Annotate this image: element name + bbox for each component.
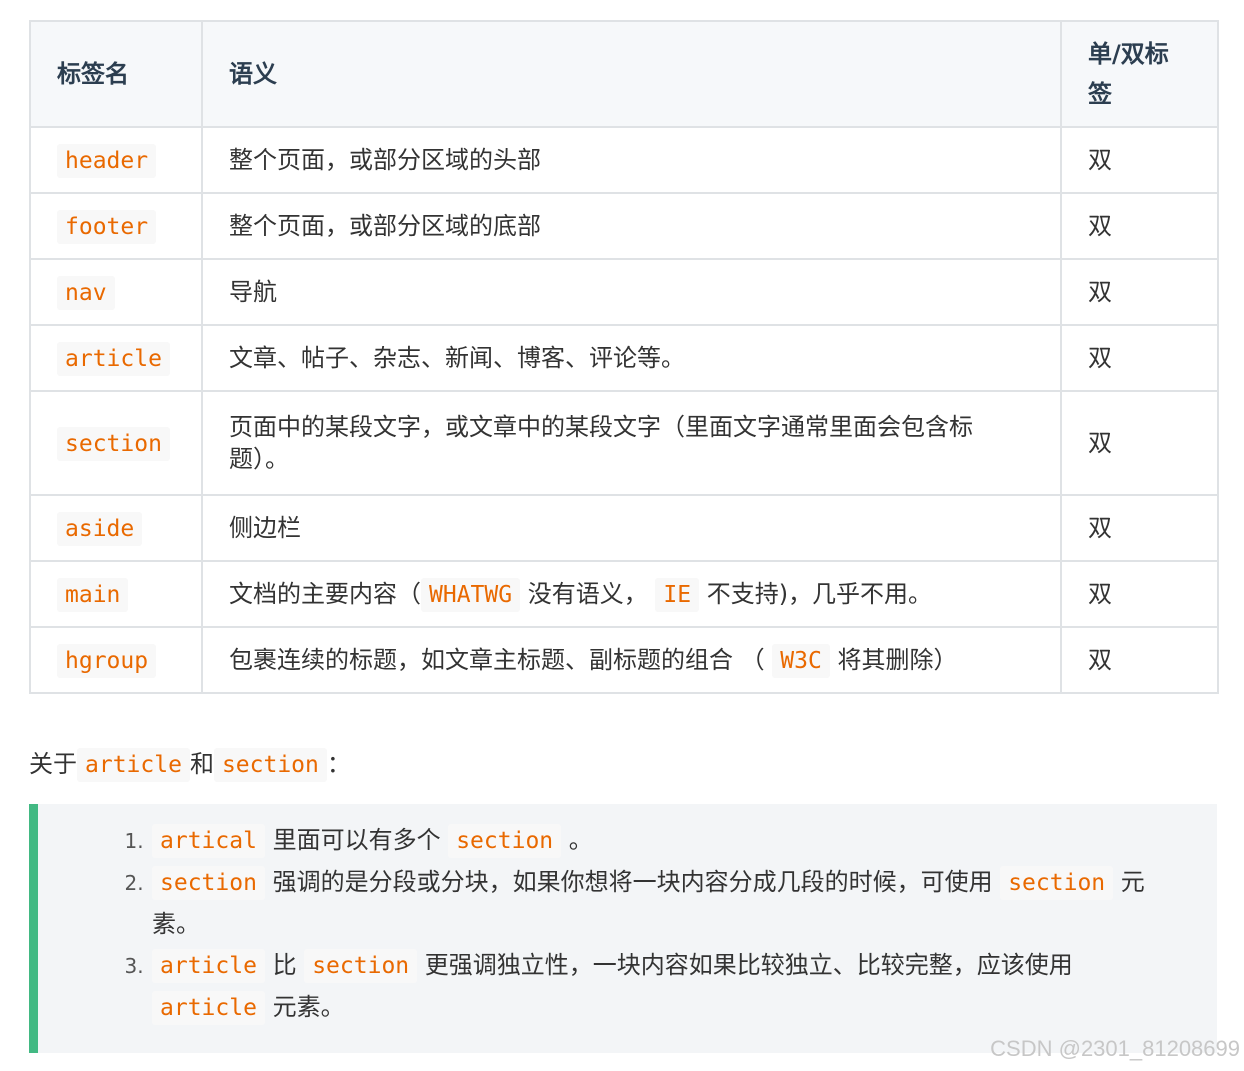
- table-row: section 页面中的某段文字，或文章中的某段文字（里面文字通常里面会包含标题）…: [29, 390, 1219, 496]
- tag-cell: footer: [29, 192, 203, 260]
- tag-type-cell: 双: [1060, 192, 1219, 260]
- table-header-row: 标签名 语义 单/双标签: [29, 20, 1219, 128]
- tag-code: aside: [57, 511, 143, 546]
- text-segment: 页面中的某段文字，或文章中的某段文字（里面文字通常里面会包含标题）。: [229, 413, 973, 473]
- semantic-cell: 侧边栏: [201, 494, 1062, 562]
- text-segment: 关于: [29, 750, 77, 778]
- header-tag-name: 标签名: [29, 20, 203, 128]
- tag-type-cell: 双: [1060, 126, 1219, 194]
- text-segment: 将其删除）: [829, 645, 958, 674]
- tag-code: footer: [57, 209, 157, 244]
- text-segment: 不支持)，几乎不用。: [699, 579, 933, 608]
- tag-code: header: [57, 143, 157, 178]
- tag-type-cell: 双: [1060, 494, 1219, 562]
- text-segment: 和: [189, 750, 214, 778]
- table-row: header 整个页面，或部分区域的头部 双: [29, 126, 1219, 194]
- table-row: aside 侧边栏 双: [29, 494, 1219, 562]
- header-semantic: 语义: [201, 20, 1062, 128]
- inline-code: section: [304, 949, 418, 983]
- semantic-cell: 整个页面，或部分区域的底部: [201, 192, 1062, 260]
- tag-type-cell: 双: [1060, 626, 1219, 694]
- tip-item: artical 里面可以有多个 section 。: [150, 820, 1177, 862]
- tag-cell: header: [29, 126, 203, 194]
- tip-container: artical 里面可以有多个 section 。section 强调的是分段或…: [29, 804, 1217, 1053]
- semantic-cell: 页面中的某段文字，或文章中的某段文字（里面文字通常里面会包含标题）。: [201, 390, 1062, 496]
- inline-code: section: [1000, 866, 1114, 900]
- inline-code: section: [448, 824, 562, 858]
- table-row: main 文档的主要内容（ WHATWG 没有语义， IE 不支持)，几乎不用。双: [29, 560, 1219, 628]
- text-segment: 文章、帖子、杂志、新闻、博客、评论等。: [229, 344, 685, 372]
- text-segment: 。: [561, 826, 593, 854]
- tip-list: artical 里面可以有多个 section 。section 强调的是分段或…: [38, 804, 1217, 1029]
- text-segment: 导航: [229, 278, 277, 306]
- tag-cell: article: [29, 324, 203, 392]
- tag-code: section: [57, 426, 170, 461]
- text-segment: 整个页面，或部分区域的底部: [229, 212, 541, 240]
- tag-cell: main: [29, 560, 203, 628]
- text-segment: 包裹连续的标题，如文章主标题、副标题的组合 （: [229, 645, 773, 674]
- tag-code: main: [57, 577, 129, 612]
- tip-item: article 比 section 更强调独立性，一块内容如果比较独立、比较完整…: [150, 945, 1177, 1029]
- text-segment: 文档的主要内容（: [229, 579, 421, 608]
- table-row: nav 导航 双: [29, 258, 1219, 326]
- inline-code: article: [152, 991, 265, 1025]
- table-body: header 整个页面，或部分区域的头部双 footer 整个页面，或部分区域的底部双…: [29, 126, 1219, 694]
- inline-code: article: [77, 748, 190, 782]
- tag-type-cell: 双: [1060, 258, 1219, 326]
- text-segment: 强调的是分段或分块，如果你想将一块内容分成几段的时候，可使用: [264, 868, 1001, 896]
- text-segment: 没有语义，: [520, 579, 656, 608]
- tag-cell: nav: [29, 258, 203, 326]
- tag-type-cell: 双: [1060, 560, 1219, 628]
- tag-cell: hgroup: [29, 626, 203, 694]
- text-segment: 元素。: [264, 993, 345, 1021]
- semantic-cell: 整个页面，或部分区域的头部: [201, 126, 1062, 194]
- tip-item: section 强调的是分段或分块，如果你想将一块内容分成几段的时候，可使用 s…: [150, 862, 1177, 945]
- inline-code: section: [213, 748, 327, 782]
- text-segment: 里面可以有多个: [264, 826, 449, 854]
- inline-code: artical: [152, 824, 265, 858]
- table-row: article 文章、帖子、杂志、新闻、博客、评论等。 双: [29, 324, 1219, 392]
- tag-code: hgroup: [57, 643, 157, 678]
- table-row: footer 整个页面，或部分区域的底部 双: [29, 192, 1219, 260]
- semantic-cell: 文档的主要内容（ WHATWG 没有语义， IE 不支持)，几乎不用。: [201, 560, 1062, 628]
- text-segment: 侧边栏: [229, 514, 301, 542]
- inline-code: IE: [655, 577, 700, 612]
- table-row: hgroup 包裹连续的标题，如文章主标题、副标题的组合 （ W3C 将其删除）双: [29, 626, 1219, 694]
- text-segment: 更强调独立性，一块内容如果比较独立、比较完整，应该使用: [417, 951, 1073, 979]
- watermark: CSDN @2301_81208699: [990, 1036, 1240, 1061]
- inline-code: W3C: [772, 643, 830, 678]
- inline-code: article: [152, 949, 265, 983]
- semantic-cell: 导航: [201, 258, 1062, 326]
- semantic-tags-table: 标签名 语义 单/双标签 header 整个页面，或部分区域的头部双 footer 整…: [29, 20, 1219, 694]
- header-tag-type: 单/双标签: [1060, 20, 1219, 128]
- text-segment: 整个页面，或部分区域的头部: [229, 146, 541, 174]
- semantic-cell: 文章、帖子、杂志、新闻、博客、评论等。: [201, 324, 1062, 392]
- tag-cell: section: [29, 390, 203, 496]
- inline-code: WHATWG: [421, 577, 521, 612]
- text-segment: 比: [264, 951, 305, 979]
- tag-type-cell: 双: [1060, 390, 1219, 496]
- text-segment: ：: [326, 750, 351, 778]
- inline-code: section: [152, 866, 265, 900]
- tag-cell: aside: [29, 494, 203, 562]
- tag-code: article: [57, 341, 170, 376]
- about-article-section: 关于 article 和 section：: [29, 740, 351, 789]
- tag-code: nav: [57, 275, 115, 310]
- semantic-cell: 包裹连续的标题，如文章主标题、副标题的组合 （ W3C 将其删除）: [201, 626, 1062, 694]
- tag-type-cell: 双: [1060, 324, 1219, 392]
